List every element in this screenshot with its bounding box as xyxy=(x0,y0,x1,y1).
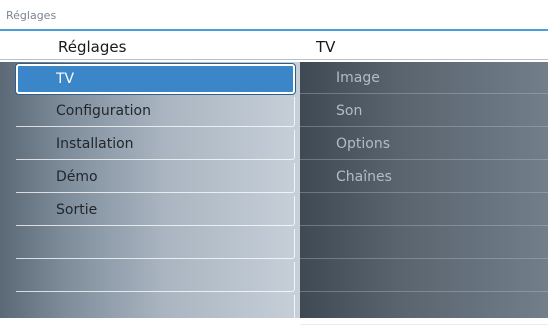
breadcrumb: Réglages xyxy=(6,9,57,22)
left-column-title: Réglages xyxy=(58,38,127,56)
submenu-item-chaines[interactable]: Chaînes xyxy=(300,163,548,193)
submenu-item-empty xyxy=(300,196,548,226)
menu-item-configuration[interactable]: Configuration xyxy=(16,97,295,127)
submenu-item-label: Son xyxy=(336,103,363,119)
header-divider xyxy=(0,59,548,60)
menu-item-demo[interactable]: Démo xyxy=(16,163,295,193)
submenu-item-label: Chaînes xyxy=(336,169,392,185)
menu-item-empty xyxy=(16,262,295,292)
submenu-item-son[interactable]: Son xyxy=(300,97,548,127)
submenu-item-label: Image xyxy=(336,70,380,86)
submenu-item-empty xyxy=(300,295,548,325)
menu-item-sortie[interactable]: Sortie xyxy=(16,196,295,226)
submenu-item-label: Options xyxy=(336,136,391,152)
menu-item-empty xyxy=(16,229,295,259)
menu-item-label: Installation xyxy=(56,136,134,152)
menu-item-installation[interactable]: Installation xyxy=(16,130,295,160)
submenu-item-empty xyxy=(300,229,548,259)
menu-item-label: Sortie xyxy=(56,202,98,218)
menu-item-label: TV xyxy=(56,71,75,87)
submenu-item-empty xyxy=(300,262,548,292)
submenu-item-options[interactable]: Options xyxy=(300,130,548,160)
menu-item-label: Démo xyxy=(56,169,98,185)
menu-item-label: Configuration xyxy=(56,103,151,119)
header-accent-line xyxy=(0,29,548,31)
right-column-title: TV xyxy=(316,38,336,56)
menu-item-tv[interactable]: TV xyxy=(16,64,295,94)
menu-item-empty xyxy=(16,295,295,325)
submenu-item-image[interactable]: Image xyxy=(300,64,548,94)
